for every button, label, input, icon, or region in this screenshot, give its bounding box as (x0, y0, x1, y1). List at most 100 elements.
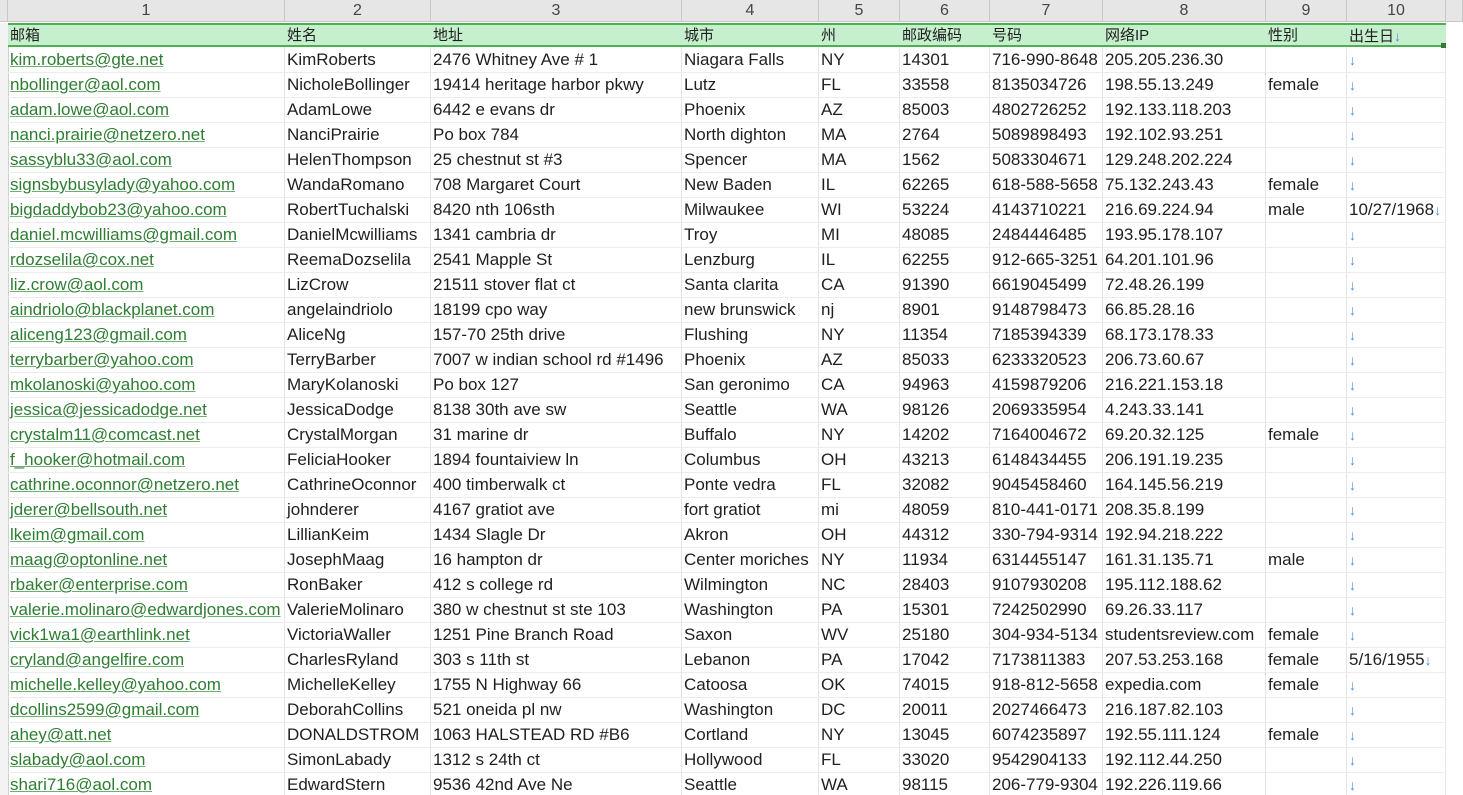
table-cell[interactable]: 9536 42nd Ave Ne (431, 773, 682, 795)
table-cell[interactable]: ValerieMolinaro (285, 598, 431, 623)
email-link[interactable]: mkolanoski@yahoo.com (10, 375, 195, 394)
table-cell[interactable]: NY (819, 323, 900, 348)
table-cell[interactable]: 9107930208 (990, 573, 1103, 598)
table-row[interactable]: aliceng123@gmail.com AliceNg 157-70 25th d… (8, 323, 1446, 348)
table-cell[interactable]: 25 chestnut st #3 (431, 148, 682, 173)
fill-handle[interactable] (1441, 43, 1446, 48)
table-cell[interactable]: 4167 gratiot ave (431, 498, 682, 523)
email-link[interactable]: aliceng123@gmail.com (10, 325, 187, 344)
email-link[interactable]: bigdaddybob23@yahoo.com (10, 200, 227, 219)
table-row[interactable]: adam.lowe@aol.com AdamLowe 6442 e evans dr… (8, 98, 1446, 123)
table-cell[interactable]: female (1266, 423, 1347, 448)
table-cell[interactable]: DC (819, 698, 900, 723)
table-cell[interactable]: 68.173.178.33 (1103, 323, 1266, 348)
email-cell[interactable]: michelle.kelley@yahoo.com (8, 673, 285, 698)
table-cell[interactable]: Catoosa (682, 673, 819, 698)
table-cell[interactable]: 33020 (900, 748, 990, 773)
table-cell[interactable]: 521 oneida pl nw (431, 698, 682, 723)
table-cell[interactable]: NY (819, 723, 900, 748)
table-cell[interactable]: 216.187.82.103 (1103, 698, 1266, 723)
table-cell[interactable]: fort gratiot (682, 498, 819, 523)
table-cell[interactable]: 11934 (900, 548, 990, 573)
email-link[interactable]: f_hooker@hotmail.com (10, 450, 185, 469)
table-cell[interactable]: Columbus (682, 448, 819, 473)
table-cell[interactable]: 2484446485 (990, 223, 1103, 248)
email-link[interactable]: crystalm11@comcast.net (10, 425, 200, 444)
table-cell[interactable] (1266, 123, 1347, 148)
table-cell[interactable]: WA (819, 398, 900, 423)
table-cell[interactable]: NC (819, 573, 900, 598)
header-cell[interactable]: 性别 (1266, 25, 1347, 45)
column-header-8[interactable]: 8 (1103, 0, 1266, 22)
table-cell[interactable]: 6074235897 (990, 723, 1103, 748)
table-cell[interactable]: 1562 (900, 148, 990, 173)
email-link[interactable]: vick1wa1@earthlink.net (10, 625, 190, 644)
email-cell[interactable]: jderer@bellsouth.net (8, 498, 285, 523)
table-cell[interactable]: Lenzburg (682, 248, 819, 273)
table-row[interactable]: crystalm11@comcast.net CrystalMorgan 31 ma… (8, 423, 1446, 448)
email-cell[interactable]: sassyblu33@aol.com (8, 148, 285, 173)
email-cell[interactable]: rdozselila@cox.net (8, 248, 285, 273)
email-cell[interactable]: shari716@aol.com (8, 773, 285, 795)
table-cell[interactable]: PA (819, 598, 900, 623)
table-cell[interactable]: 157-70 25th drive (431, 323, 682, 348)
table-cell[interactable]: 15301 (900, 598, 990, 623)
table-row[interactable]: jessica@jessicadodge.net JessicaDodge 8138… (8, 398, 1446, 423)
table-cell[interactable]: NanciPrairie (285, 123, 431, 148)
header-cell[interactable]: 邮箱 (8, 25, 285, 45)
table-row[interactable]: nanci.prairie@netzero.net NanciPrairie Po … (8, 123, 1446, 148)
table-cell[interactable]: 48059 (900, 498, 990, 523)
table-cell[interactable]: OH (819, 523, 900, 548)
table-cell[interactable]: FL (819, 73, 900, 98)
email-link[interactable]: rbaker@enterprise.com (10, 575, 188, 594)
table-cell[interactable]: 4143710221 (990, 198, 1103, 223)
table-cell[interactable]: 14301 (900, 48, 990, 73)
table-cell[interactable]: NY (819, 548, 900, 573)
table-cell[interactable]: 9045458460 (990, 473, 1103, 498)
table-cell[interactable]: ↓ (1347, 498, 1446, 523)
table-cell[interactable]: 2764 (900, 123, 990, 148)
table-cell[interactable]: RobertTuchalski (285, 198, 431, 223)
table-cell[interactable]: 9542904133 (990, 748, 1103, 773)
table-cell[interactable]: 208.35.8.199 (1103, 498, 1266, 523)
table-cell[interactable]: nj (819, 298, 900, 323)
table-cell[interactable]: 198.55.13.249 (1103, 73, 1266, 98)
column-header-1[interactable]: 1 (8, 0, 285, 22)
table-cell[interactable]: 206-779-9304 (990, 773, 1103, 795)
table-cell[interactable]: ↓ (1347, 398, 1446, 423)
table-cell[interactable]: 5083304671 (990, 148, 1103, 173)
email-cell[interactable]: maag@optonline.net (8, 548, 285, 573)
table-cell[interactable]: ↓ (1347, 623, 1446, 648)
table-cell[interactable]: 13045 (900, 723, 990, 748)
table-cell[interactable]: FeliciaHooker (285, 448, 431, 473)
email-link[interactable]: kim.roberts@gte.net (10, 50, 163, 69)
table-cell[interactable]: Po box 127 (431, 373, 682, 398)
table-cell[interactable]: Po box 784 (431, 123, 682, 148)
email-cell[interactable]: bigdaddybob23@yahoo.com (8, 198, 285, 223)
table-cell[interactable]: 7242502990 (990, 598, 1103, 623)
table-cell[interactable]: expedia.com (1103, 673, 1266, 698)
table-row[interactable]: cryland@angelfire.com CharlesRyland 303 s … (8, 648, 1446, 673)
table-cell[interactable]: 9148798473 (990, 298, 1103, 323)
table-cell[interactable] (1266, 398, 1347, 423)
table-cell[interactable]: PA (819, 648, 900, 673)
table-cell[interactable]: CA (819, 273, 900, 298)
table-cell[interactable]: AZ (819, 98, 900, 123)
table-cell[interactable]: 206.73.60.67 (1103, 348, 1266, 373)
table-cell[interactable]: Akron (682, 523, 819, 548)
email-cell[interactable]: lkeim@gmail.com (8, 523, 285, 548)
email-link[interactable]: nbollinger@aol.com (10, 75, 161, 94)
table-cell[interactable]: female (1266, 723, 1347, 748)
table-cell[interactable]: Saxon (682, 623, 819, 648)
table-cell[interactable]: 25180 (900, 623, 990, 648)
table-cell[interactable]: 1434 Slagle Dr (431, 523, 682, 548)
table-cell[interactable]: ↓ (1347, 573, 1446, 598)
table-cell[interactable]: 28403 (900, 573, 990, 598)
email-cell[interactable]: valerie.molinaro@edwardjones.com (8, 598, 285, 623)
table-cell[interactable]: RonBaker (285, 573, 431, 598)
header-cell[interactable]: 地址 (431, 25, 682, 45)
email-link[interactable]: adam.lowe@aol.com (10, 100, 169, 119)
table-cell[interactable] (1266, 748, 1347, 773)
table-row[interactable]: maag@optonline.net JosephMaag 16 hampton d… (8, 548, 1446, 573)
table-cell[interactable]: female (1266, 73, 1347, 98)
